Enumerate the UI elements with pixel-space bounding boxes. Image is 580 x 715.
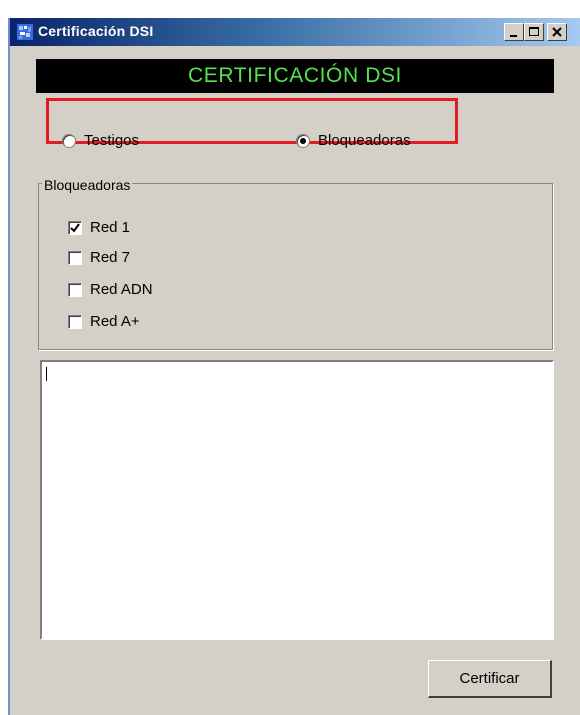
checkbox-label: Red A+ [90, 313, 140, 330]
radio-testigos-label: Testigos [84, 132, 140, 149]
checkbox-red-adn[interactable]: Red ADN [68, 281, 153, 298]
radio-dot-icon [300, 137, 306, 144]
radio-selected-icon[interactable] [296, 133, 310, 148]
checkbox-unchecked-icon[interactable] [68, 250, 82, 265]
checkbox-red-7[interactable]: Red 7 [68, 249, 130, 266]
window-title: Certificación DSI [38, 23, 154, 39]
checkbox-label: Red ADN [90, 281, 153, 298]
checkbox-red-a-plus[interactable]: Red A+ [68, 313, 140, 330]
close-icon [552, 27, 562, 37]
app-icon [16, 23, 34, 41]
checkbox-label: Red 7 [90, 249, 131, 266]
maximize-button[interactable] [524, 23, 544, 41]
checkbox-checked-icon[interactable] [68, 220, 82, 235]
certify-button[interactable]: Certificar [428, 660, 552, 698]
radio-testigos[interactable]: Testigos [62, 132, 139, 149]
radio-bloqueadoras[interactable]: Bloqueadoras [296, 132, 411, 149]
checkbox-label: Red 1 [90, 219, 131, 236]
close-button[interactable] [547, 23, 567, 41]
minimize-icon [510, 35, 517, 37]
title-bar[interactable]: Certificación DSI [10, 18, 580, 46]
minimize-button[interactable] [504, 23, 524, 41]
output-textarea[interactable] [40, 360, 554, 640]
text-caret [46, 367, 47, 381]
radio-unselected-icon[interactable] [62, 133, 76, 148]
banner-title: CERTIFICACIÓN DSI [188, 64, 402, 87]
title-banner: CERTIFICACIÓN DSI [36, 59, 554, 93]
checkbox-unchecked-icon[interactable] [68, 314, 82, 329]
checkbox-unchecked-icon[interactable] [68, 282, 82, 297]
maximize-icon [529, 27, 539, 36]
group-legend: Bloqueadoras [42, 177, 133, 193]
radio-bloqueadoras-label: Bloqueadoras [318, 132, 411, 149]
checkbox-red-1[interactable]: Red 1 [68, 219, 130, 236]
checkmark-icon [70, 222, 80, 233]
